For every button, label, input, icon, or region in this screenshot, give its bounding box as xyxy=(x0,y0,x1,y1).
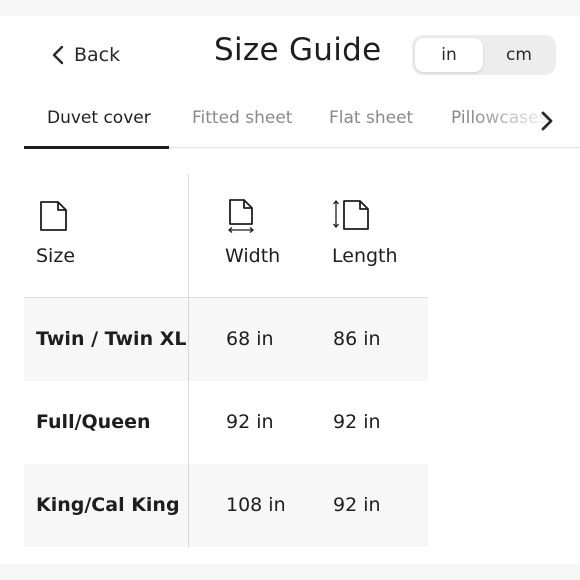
size-table: Twin / Twin XL 68 in 86 in Full/Queen 92… xyxy=(24,174,428,548)
length-cell: 86 in xyxy=(333,328,381,350)
tab-fitted-sheet[interactable]: Fitted sheet xyxy=(192,108,292,128)
size-cell: Full/Queen xyxy=(36,411,151,433)
page-title: Size Guide xyxy=(214,32,382,68)
width-cell: 92 in xyxy=(226,411,274,433)
size-cell: King/Cal King xyxy=(36,494,180,516)
length-arrows-icon xyxy=(330,198,374,232)
column-divider xyxy=(188,174,189,548)
length-cell: 92 in xyxy=(333,411,381,433)
size-cell: Twin / Twin XL xyxy=(36,328,187,350)
back-label: Back xyxy=(74,44,121,66)
tabs-divider xyxy=(169,147,580,148)
chevron-left-icon xyxy=(52,45,64,65)
tab-pillowcases[interactable]: Pillowcases xyxy=(451,108,547,128)
sheet-icon xyxy=(38,200,68,232)
header-width: Width xyxy=(225,245,281,267)
header-length: Length xyxy=(332,245,398,267)
table-row: Twin / Twin XL 68 in 86 in xyxy=(24,298,428,381)
top-band xyxy=(0,0,580,16)
width-cell: 108 in xyxy=(226,494,286,516)
tab-bar: Duvet cover Fitted sheet Flat sheet Pill… xyxy=(0,100,580,150)
header-divider xyxy=(24,297,428,298)
length-cell: 92 in xyxy=(333,494,381,516)
table-row: Full/Queen 92 in 92 in xyxy=(24,381,428,464)
width-cell: 68 in xyxy=(226,328,274,350)
tab-duvet-cover[interactable]: Duvet cover xyxy=(47,108,151,128)
active-tab-indicator xyxy=(24,146,169,149)
chevron-right-icon[interactable] xyxy=(540,110,554,136)
tab-flat-sheet[interactable]: Flat sheet xyxy=(329,108,413,128)
back-button[interactable]: Back xyxy=(52,40,120,70)
width-arrows-icon xyxy=(226,198,256,234)
unit-toggle[interactable]: in cm xyxy=(412,35,556,75)
header-size: Size xyxy=(36,245,76,267)
table-row: King/Cal King 108 in 92 in xyxy=(24,464,428,547)
unit-option-cm[interactable]: cm xyxy=(484,38,554,72)
unit-option-in[interactable]: in xyxy=(415,38,483,72)
bottom-band xyxy=(0,564,580,580)
